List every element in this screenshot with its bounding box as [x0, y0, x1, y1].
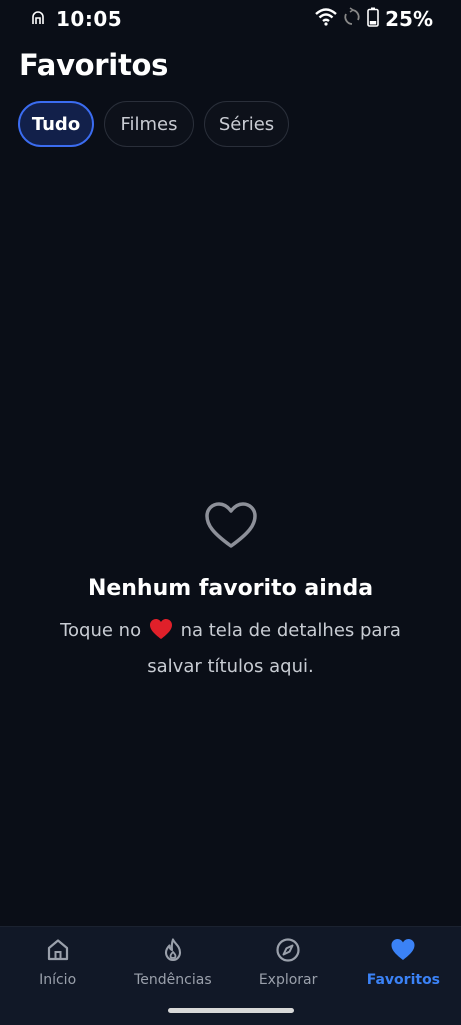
nav-label-favoritos: Favoritos [366, 972, 441, 988]
accessibility-icon [30, 9, 46, 29]
heart-icon [391, 939, 415, 960]
nav-label-explorar: Explorar [258, 972, 318, 988]
nav-item-favoritos[interactable]: Favoritos [346, 927, 461, 1025]
status-bar-right: 25% [315, 7, 433, 31]
nav-label-tendencias: Tendências [134, 972, 212, 988]
empty-state-title: Nenhum favorito ainda [87, 576, 374, 601]
status-bar-left: 10:05 [30, 7, 122, 31]
empty-text-after: na tela de detalhes para [180, 620, 401, 641]
empty-text-before: Toque no [60, 620, 142, 641]
heart-outline-icon [204, 502, 257, 548]
chip-tudo[interactable]: Tudo [18, 101, 94, 147]
sync-icon [343, 7, 361, 31]
home-icon [47, 939, 68, 961]
page-title: Favoritos [19, 48, 169, 82]
home-indicator[interactable] [168, 1008, 294, 1013]
status-time: 10:05 [56, 7, 123, 31]
flame-icon [164, 938, 181, 962]
wifi-icon [315, 8, 337, 30]
empty-text-line2: salvar títulos aqui. [147, 656, 314, 677]
status-bar: 10:05 25% [0, 0, 461, 38]
compass-icon [276, 938, 300, 962]
battery-percentage: 25% [385, 7, 433, 31]
filter-chips: Tudo Filmes Séries [18, 101, 289, 147]
nav-item-inicio[interactable]: Início [0, 927, 115, 1025]
heart-emoji-icon [149, 618, 173, 651]
nav-label-inicio: Início [39, 972, 77, 988]
chip-filmes[interactable]: Filmes [104, 101, 194, 147]
empty-state-message: Toque no na tela de detalhes para salvar… [0, 615, 461, 683]
battery-icon [367, 7, 379, 31]
empty-state: Nenhum favorito ainda Toque no na tela d… [0, 500, 461, 683]
chip-series[interactable]: Séries [204, 101, 289, 147]
